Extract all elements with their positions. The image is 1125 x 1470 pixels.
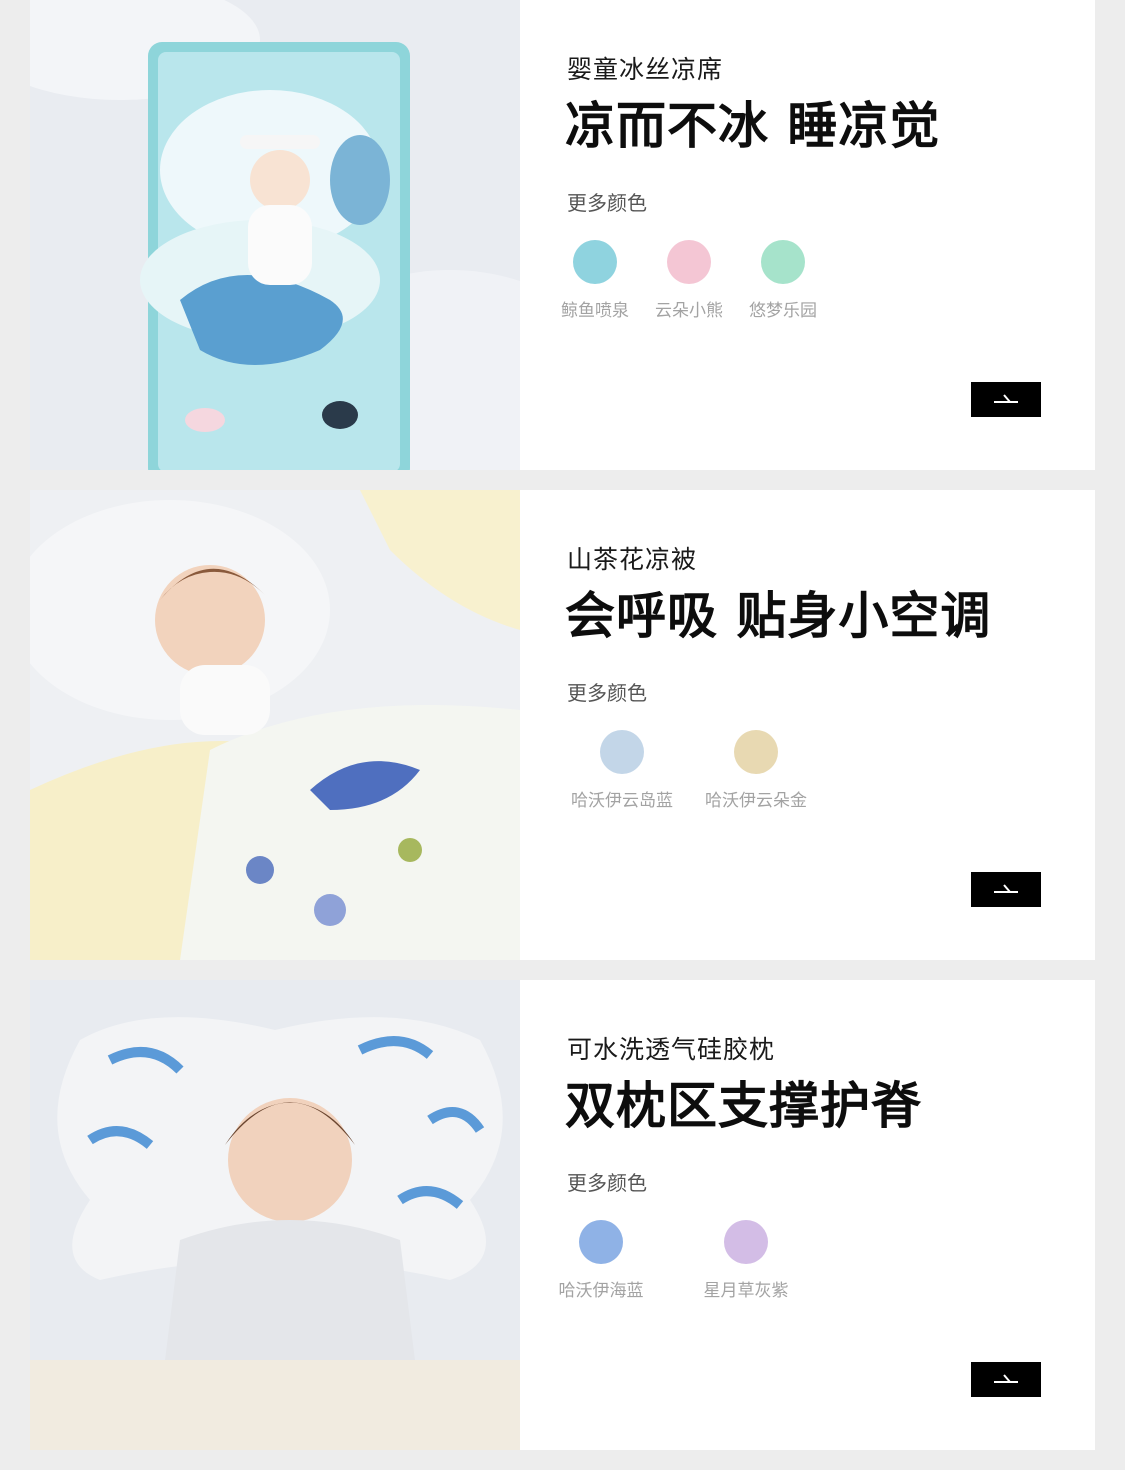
swatch-dot[interactable] [573, 240, 617, 284]
color-swatch-cloud-island-blue[interactable]: 哈沃伊云岛蓝 [562, 730, 682, 811]
product-name: 可水洗透气硅胶枕 [567, 1035, 776, 1064]
product-name: 山茶花凉被 [567, 545, 698, 574]
product-card-cooling-mat[interactable]: 婴童冰丝凉席 凉而不冰 睡凉觉 更多颜色 鲸鱼喷泉 云朵小熊 悠梦乐园 [30, 0, 1095, 470]
color-swatch-sea-blue[interactable]: 哈沃伊海蓝 [546, 1220, 656, 1301]
color-swatch-dream-park[interactable]: 悠梦乐园 [738, 240, 828, 321]
arrow-right-icon [994, 884, 1018, 893]
arrow-right-icon [994, 1374, 1018, 1383]
product-headline: 会呼吸 贴身小空调 [565, 587, 992, 645]
swatch-dot[interactable] [761, 240, 805, 284]
product-headline: 双枕区支撑护脊 [565, 1077, 922, 1135]
color-swatch-cloud-bear[interactable]: 云朵小熊 [644, 240, 734, 321]
more-colors-label: 更多颜色 [567, 681, 647, 705]
more-colors-label: 更多颜色 [567, 191, 647, 215]
product-photo-cooling-mat[interactable] [30, 0, 520, 470]
color-swatch-gray-purple[interactable]: 星月草灰紫 [691, 1220, 801, 1301]
view-product-button[interactable] [971, 1362, 1041, 1397]
product-photo-camellia-quilt[interactable] [30, 490, 520, 960]
swatch-dot[interactable] [600, 730, 644, 774]
swatch-dot[interactable] [579, 1220, 623, 1264]
swatch-label: 哈沃伊云朵金 [705, 791, 807, 811]
color-swatch-cloud-gold[interactable]: 哈沃伊云朵金 [696, 730, 816, 811]
product-headline: 凉而不冰 睡凉觉 [565, 97, 941, 155]
view-product-button[interactable] [971, 382, 1041, 417]
arrow-right-icon [994, 394, 1018, 403]
product-card-silicone-pillow[interactable]: 可水洗透气硅胶枕 双枕区支撑护脊 更多颜色 哈沃伊海蓝 星月草灰紫 [30, 980, 1095, 1450]
product-photo-silicone-pillow[interactable] [30, 980, 520, 1450]
product-card-camellia-quilt[interactable]: 山茶花凉被 会呼吸 贴身小空调 更多颜色 哈沃伊云岛蓝 哈沃伊云朵金 [30, 490, 1095, 960]
swatch-label: 哈沃伊云岛蓝 [571, 791, 673, 811]
view-product-button[interactable] [971, 872, 1041, 907]
swatch-label: 云朵小熊 [655, 301, 723, 321]
color-swatch-whale-fountain[interactable]: 鲸鱼喷泉 [550, 240, 640, 321]
product-name: 婴童冰丝凉席 [567, 55, 724, 84]
swatch-dot[interactable] [667, 240, 711, 284]
swatch-label: 哈沃伊海蓝 [558, 1281, 644, 1301]
swatch-label: 悠梦乐园 [749, 301, 817, 321]
swatch-dot[interactable] [734, 730, 778, 774]
more-colors-label: 更多颜色 [567, 1171, 647, 1195]
swatch-label: 鲸鱼喷泉 [561, 301, 629, 321]
swatch-dot[interactable] [724, 1220, 768, 1264]
swatch-label: 星月草灰紫 [703, 1281, 789, 1301]
